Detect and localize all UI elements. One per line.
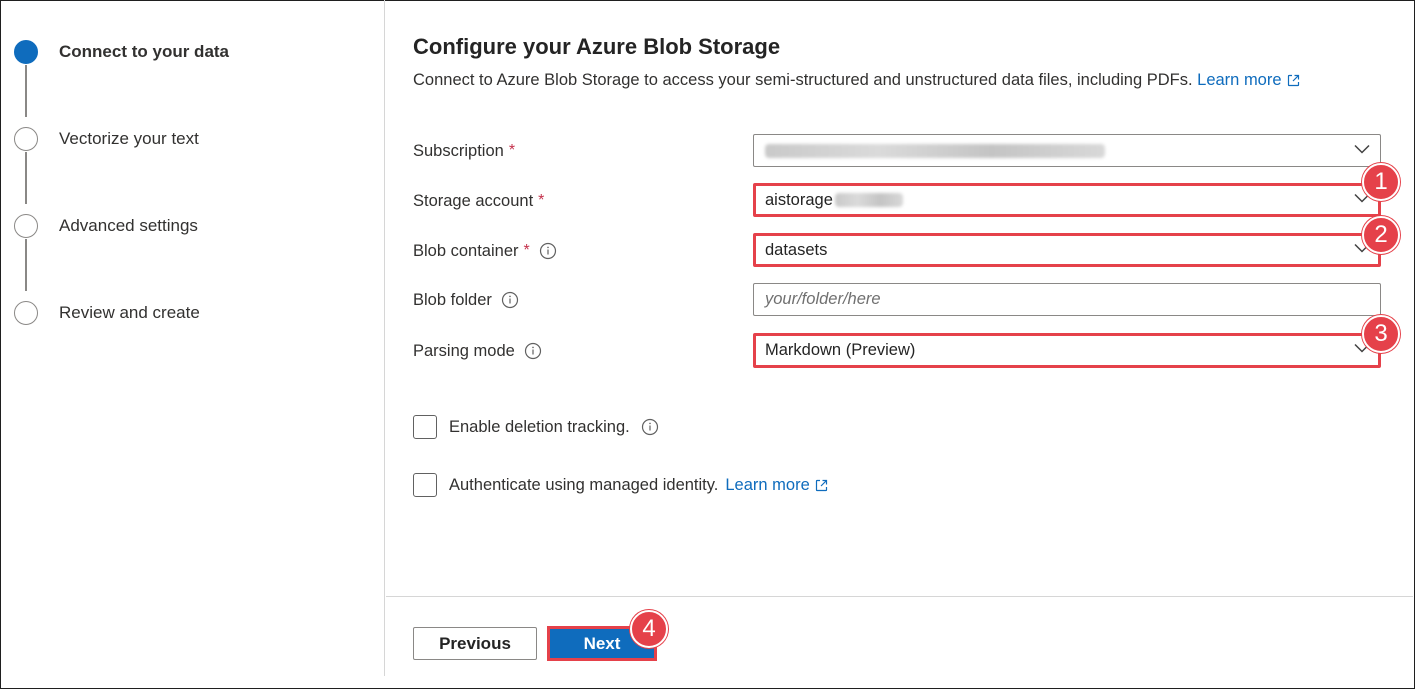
subscription-label: Subscription — [413, 141, 504, 160]
deletion-tracking-option: Enable deletion tracking. — [413, 414, 659, 440]
callout-badge-3: 3 — [1362, 315, 1400, 353]
step-pending-indicator-icon — [14, 301, 38, 325]
managed-identity-option: Authenticate using managed identity. Lea… — [413, 472, 828, 498]
previous-button[interactable]: Previous — [413, 627, 537, 660]
step-label: Connect to your data — [59, 42, 230, 61]
description-text: Connect to Azure Blob Storage to access … — [413, 71, 1193, 89]
blob-folder-label: Blob folder — [413, 290, 492, 309]
step-pending-indicator-icon — [14, 214, 38, 238]
storage-account-label: Storage account — [413, 191, 534, 210]
parsing-mode-row: Parsing mode — [413, 334, 542, 368]
chevron-down-icon — [1354, 144, 1370, 154]
info-icon[interactable] — [501, 291, 519, 309]
storage-account-dropdown[interactable]: aistorage — [753, 183, 1381, 217]
parsing-mode-label: Parsing mode — [413, 341, 515, 360]
step-connector — [25, 239, 27, 291]
wizard-footer: Previous Next 4 — [386, 596, 1413, 676]
required-marker: * — [523, 242, 530, 259]
external-link-icon — [815, 479, 827, 491]
external-link-icon — [1287, 74, 1299, 87]
callout-badge-4: 4 — [630, 610, 668, 648]
managed-identity-label: Authenticate using managed identity. — [449, 475, 719, 494]
step-advanced-settings[interactable]: Advanced settings — [14, 213, 198, 239]
storage-account-value: aistorage — [765, 190, 833, 209]
learn-more-label: Learn more — [725, 475, 810, 494]
required-marker: * — [508, 142, 516, 159]
info-icon[interactable] — [539, 242, 557, 260]
step-label: Review and create — [59, 303, 200, 322]
deletion-tracking-checkbox[interactable] — [413, 415, 437, 439]
learn-more-link[interactable]: Learn more — [1197, 71, 1299, 89]
parsing-mode-value: Markdown (Preview) — [765, 341, 916, 359]
configure-panel: Configure your Azure Blob Storage Connec… — [386, 0, 1413, 676]
blob-container-row: Blob container * — [413, 234, 557, 268]
info-icon[interactable] — [641, 418, 659, 436]
step-pending-indicator-icon — [14, 127, 38, 151]
blob-container-dropdown[interactable]: datasets — [753, 233, 1381, 267]
managed-identity-checkbox[interactable] — [413, 473, 437, 497]
blob-folder-input[interactable]: your/folder/here — [753, 283, 1381, 316]
blob-folder-placeholder: your/folder/here — [765, 290, 881, 308]
info-icon[interactable] — [524, 342, 542, 360]
redacted-subscription-value — [765, 143, 1105, 158]
callout-badge-1: 1 — [1362, 163, 1400, 201]
learn-more-label: Learn more — [1197, 71, 1282, 89]
page-description: Connect to Azure Blob Storage to access … — [413, 71, 1300, 90]
required-marker: * — [538, 192, 545, 209]
step-connector — [25, 152, 27, 204]
subscription-row: Subscription * — [413, 134, 515, 168]
page-title: Configure your Azure Blob Storage — [413, 34, 781, 59]
blob-container-label: Blob container — [413, 241, 519, 260]
blob-container-value: datasets — [765, 240, 828, 259]
redacted-account-suffix — [834, 193, 903, 207]
step-label: Vectorize your text — [59, 129, 199, 148]
deletion-tracking-label: Enable deletion tracking. — [449, 417, 630, 436]
step-active-indicator-icon — [14, 40, 38, 64]
subscription-dropdown[interactable] — [753, 134, 1381, 167]
blob-folder-row: Blob folder — [413, 283, 519, 317]
step-label: Advanced settings — [59, 216, 198, 235]
step-vectorize-text[interactable]: Vectorize your text — [14, 126, 199, 152]
step-connect-data[interactable]: Connect to your data — [14, 39, 229, 65]
parsing-mode-dropdown[interactable]: Markdown (Preview) — [753, 333, 1381, 368]
storage-account-row: Storage account * — [413, 184, 544, 218]
step-review-create[interactable]: Review and create — [14, 300, 200, 326]
managed-identity-learn-more-link[interactable]: Learn more — [725, 476, 827, 495]
wizard-steps-panel: Connect to your data Vectorize your text… — [0, 0, 385, 676]
callout-badge-2: 2 — [1362, 216, 1400, 254]
step-connector — [25, 65, 27, 117]
